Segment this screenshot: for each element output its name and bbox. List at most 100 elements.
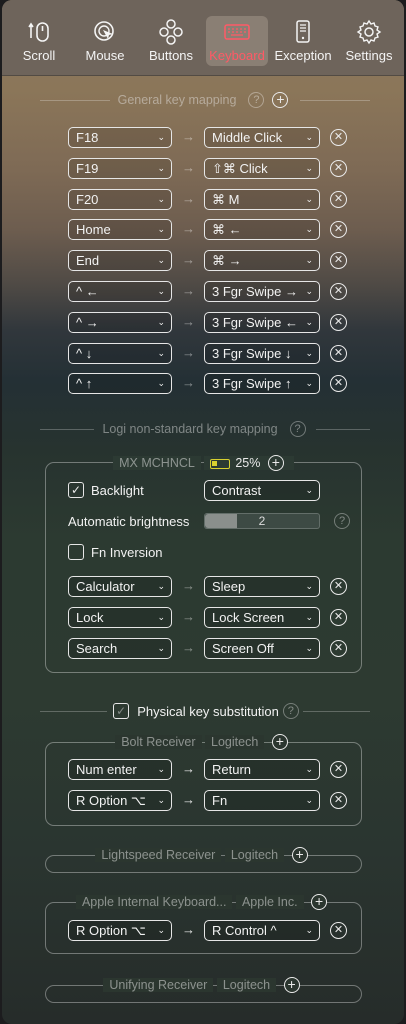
close-icon: ✕ xyxy=(333,161,344,174)
help-icon[interactable]: ? xyxy=(248,92,265,108)
general-mapping-title: General key mapping xyxy=(117,93,237,107)
source-key-dropdown[interactable]: ^ → ⌄ xyxy=(68,311,172,333)
source-key-dropdown[interactable]: F20 ⌄ xyxy=(68,188,172,210)
chevron-down-icon: ⌄ xyxy=(305,925,313,935)
source-key-dropdown[interactable]: F19 ⌄ xyxy=(68,157,172,179)
target-action-dropdown[interactable]: Fn ⌄ xyxy=(204,789,320,811)
buttons-icon xyxy=(159,19,183,45)
remove-mapping-button[interactable]: ✕ xyxy=(330,608,347,626)
divider xyxy=(302,710,370,712)
target-action-dropdown[interactable]: 3 Fgr Swipe → ⌄ xyxy=(204,281,320,302)
source-key-dropdown[interactable]: R Option ⌥ ⌄ xyxy=(68,789,172,811)
target-action-dropdown[interactable]: ⇧⌘ Click ⌄ xyxy=(204,157,320,179)
target-action-dropdown[interactable]: ⌘ → ⌄ xyxy=(204,250,320,272)
target-action-dropdown[interactable]: Middle Click ⌄ xyxy=(204,127,320,148)
target-action-dropdown[interactable]: Screen Off ⌄ xyxy=(204,637,320,659)
backlight-checkbox[interactable]: ✓ xyxy=(68,482,84,498)
close-icon: ✕ xyxy=(333,793,344,806)
tab-settings[interactable]: Settings xyxy=(334,16,404,70)
remove-mapping-button[interactable]: ✕ xyxy=(330,159,347,177)
remove-mapping-button[interactable]: ✕ xyxy=(330,922,347,939)
tab-buttons[interactable]: Buttons xyxy=(136,16,206,70)
remove-mapping-button[interactable]: ✕ xyxy=(330,639,347,657)
remove-mapping-button[interactable]: ✕ xyxy=(330,791,347,809)
source-key-dropdown[interactable]: Home ⌄ xyxy=(68,219,172,241)
target-action-dropdown[interactable]: Sleep ⌄ xyxy=(204,576,320,597)
remove-mapping-button[interactable]: ✕ xyxy=(330,129,347,146)
target-action-dropdown[interactable]: Lock Screen ⌄ xyxy=(204,606,320,628)
source-key-dropdown[interactable]: ^ ↑ ⌄ xyxy=(68,373,172,395)
auto-brightness-slider[interactable]: 2 xyxy=(204,513,320,529)
source-key-value: ^ ↓ xyxy=(76,345,93,361)
source-key-dropdown[interactable]: Search ⌄ xyxy=(68,637,172,659)
fn-inversion-checkbox[interactable] xyxy=(68,544,84,560)
source-key-dropdown[interactable]: End ⌄ xyxy=(68,250,172,272)
backlight-label: Backlight xyxy=(91,483,144,498)
help-icon[interactable]: ? xyxy=(289,421,306,437)
source-key-dropdown[interactable]: F18 ⌄ xyxy=(68,127,172,148)
remove-mapping-button[interactable]: ✕ xyxy=(330,313,347,331)
tab-mouse[interactable]: Mouse xyxy=(70,16,140,70)
divider xyxy=(40,710,108,712)
tab-keyboard[interactable]: Keyboard xyxy=(206,16,268,66)
target-action-value: ⇧⌘ Click xyxy=(212,160,268,176)
source-key-dropdown[interactable]: ^ ← ⌄ xyxy=(68,281,172,302)
add-substitution-button[interactable]: + xyxy=(291,847,308,863)
source-key-dropdown[interactable]: ^ ↓ ⌄ xyxy=(68,342,172,364)
keyboard-icon xyxy=(224,24,250,40)
remove-mapping-button[interactable]: ✕ xyxy=(330,252,347,270)
source-key-value: F19 xyxy=(76,160,99,176)
tab-scroll[interactable]: Scroll xyxy=(4,16,74,70)
add-substitution-button[interactable]: + xyxy=(271,734,288,750)
remove-mapping-button[interactable]: ✕ xyxy=(330,344,347,362)
target-action-dropdown[interactable]: 3 Fgr Swipe ↑ ⌄ xyxy=(204,373,320,395)
check-icon: ✓ xyxy=(116,704,127,718)
remove-mapping-button[interactable]: ✕ xyxy=(330,761,347,778)
source-key-value: Calculator xyxy=(76,579,135,594)
add-substitution-button[interactable]: + xyxy=(283,977,300,993)
chevron-down-icon: ⌄ xyxy=(157,642,165,653)
physical-substitution-header: ✓ Physical key substitution ? xyxy=(40,701,370,721)
maps-to-arrow-icon: → xyxy=(182,608,195,624)
target-action-value: ⌘ → xyxy=(212,253,242,269)
add-substitution-button[interactable]: + xyxy=(311,894,328,910)
mouse-icon xyxy=(94,21,114,41)
chevron-down-icon: ⌄ xyxy=(157,316,165,327)
remove-mapping-button[interactable]: ✕ xyxy=(330,578,347,595)
physical-substitution-checkbox[interactable]: ✓ xyxy=(113,703,130,719)
help-icon[interactable]: ? xyxy=(334,513,350,529)
target-action-dropdown[interactable]: R Control ^ ⌄ xyxy=(204,920,320,941)
tab-settings-label: Settings xyxy=(345,48,393,63)
backlight-mode-dropdown[interactable]: Contrast ⌄ xyxy=(204,480,320,501)
target-action-value: 3 Fgr Swipe ↑ xyxy=(212,376,292,392)
source-key-dropdown[interactable]: Calculator ⌄ xyxy=(68,576,172,597)
auto-brightness-value: 2 xyxy=(258,514,266,528)
target-action-dropdown[interactable]: ⌘ ← ⌄ xyxy=(204,219,320,241)
add-device-mapping-button[interactable]: + xyxy=(267,455,284,471)
battery-percent: 25% xyxy=(235,456,261,470)
device-group-name: Apple Internal Keyboard... xyxy=(75,895,233,909)
target-action-dropdown[interactable]: 3 Fgr Swipe ↓ ⌄ xyxy=(204,342,320,364)
target-action-dropdown[interactable]: 3 Fgr Swipe ← ⌄ xyxy=(204,311,320,333)
source-key-dropdown[interactable]: Lock ⌄ xyxy=(68,606,172,628)
source-key-dropdown[interactable]: R Option ⌥ ⌄ xyxy=(68,920,172,941)
divider xyxy=(300,99,371,101)
help-icon[interactable]: ? xyxy=(282,703,299,719)
remove-mapping-button[interactable]: ✕ xyxy=(330,190,347,208)
remove-mapping-button[interactable]: ✕ xyxy=(330,283,347,300)
close-icon: ✕ xyxy=(333,346,344,359)
exception-icon xyxy=(296,20,310,43)
add-mapping-button[interactable]: + xyxy=(272,92,289,108)
slider-fill xyxy=(205,514,237,528)
remove-mapping-button[interactable]: ✕ xyxy=(330,221,347,239)
source-key-dropdown[interactable]: Num enter ⌄ xyxy=(68,759,172,780)
target-action-dropdown[interactable]: Return ⌄ xyxy=(204,759,320,780)
target-action-value: Fn xyxy=(212,792,228,808)
target-action-dropdown[interactable]: ⌘ M ⌄ xyxy=(204,188,320,210)
tab-scroll-label: Scroll xyxy=(22,48,56,63)
device-group-title-row: Unifying Receiver Logitech + xyxy=(46,977,361,993)
device-group-vendor: Logitech xyxy=(205,735,265,749)
remove-mapping-button[interactable]: ✕ xyxy=(330,375,347,393)
tab-exception[interactable]: Exception xyxy=(268,16,338,70)
maps-to-arrow-icon: → xyxy=(182,791,195,807)
